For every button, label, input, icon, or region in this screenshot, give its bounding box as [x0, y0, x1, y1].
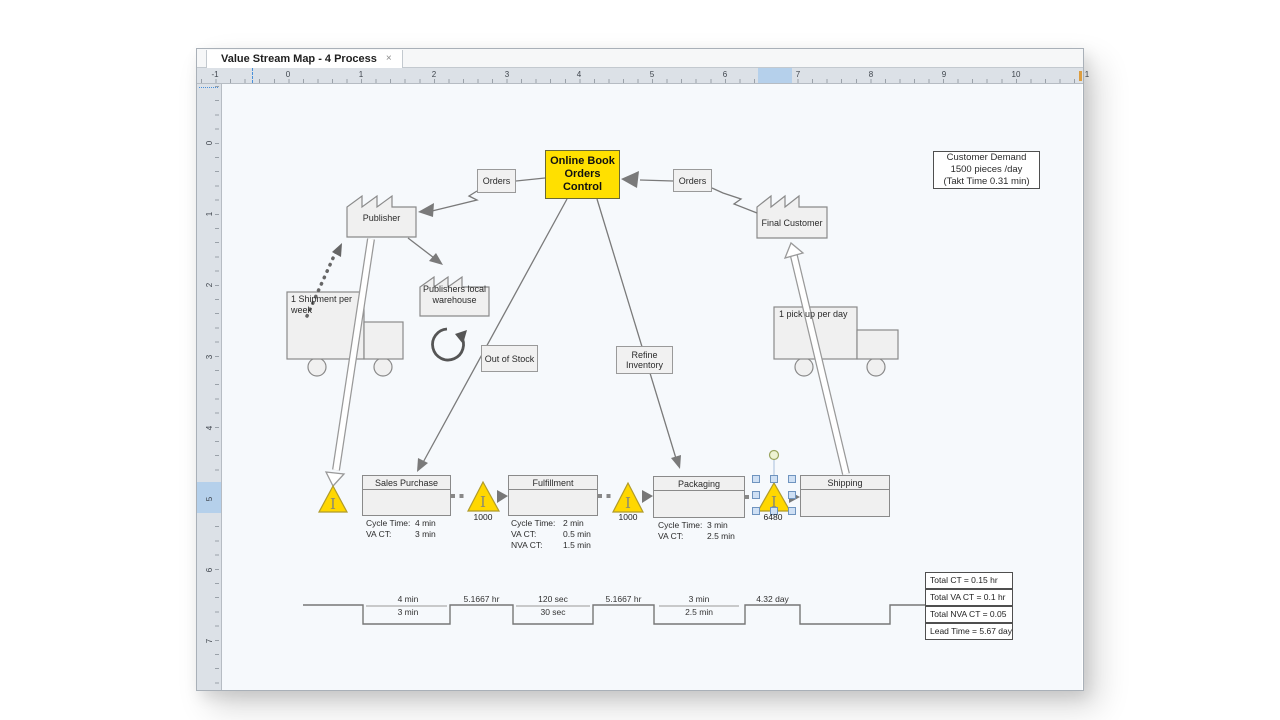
process-title: Sales Purchase — [363, 476, 450, 490]
hruler-num: 2 — [432, 70, 436, 79]
ruler-guide-dots — [199, 87, 218, 88]
hruler-num: 0 — [286, 70, 290, 79]
metrics-packaging: Cycle Time:3 min VA CT:2.5 min — [658, 520, 735, 542]
hruler-num: 4 — [577, 70, 581, 79]
orders-left-box[interactable]: Orders — [477, 169, 516, 193]
vruler-num: 4 — [201, 416, 217, 440]
inventory-count-2: 1000 — [467, 512, 499, 522]
warehouse-label: Publishers local warehouse — [418, 284, 491, 306]
process-title: Packaging — [654, 477, 744, 491]
metric-value: 3 min — [415, 529, 436, 540]
vruler-num: 0 — [201, 131, 217, 155]
refine-inventory-box[interactable]: Refine Inventory — [616, 346, 673, 374]
ruler-selection-highlight-h — [758, 68, 792, 83]
final-customer-label: Final Customer — [757, 218, 827, 229]
metric-value: 2 min — [563, 518, 584, 529]
orders-right-box[interactable]: Orders — [673, 169, 712, 192]
vruler-num: 2 — [201, 273, 217, 297]
customer-demand-box[interactable]: Customer Demand 1500 pieces /day (Takt T… — [933, 151, 1040, 189]
metric-label: VA CT: — [366, 529, 415, 540]
hruler-num: 10 — [1012, 70, 1021, 79]
tab-close-icon[interactable]: × — [386, 54, 392, 64]
metric-label: Cycle Time: — [658, 520, 707, 531]
stat-total-va-ct[interactable]: Total VA CT = 0.1 hr — [925, 589, 1013, 606]
metric-value: 4 min — [415, 518, 436, 529]
timeline-wait-2: 5.1667 hr — [593, 594, 654, 605]
stat-total-nva-ct[interactable]: Total NVA CT = 0.05 hr — [925, 606, 1013, 623]
truck-right-label: 1 pick up per day — [779, 309, 859, 320]
horizontal-ruler: -1 0 1 2 3 4 5 6 7 8 9 10 1 — [197, 68, 1083, 84]
ruler-marker-tick — [1079, 71, 1082, 81]
hruler-num: 6 — [723, 70, 727, 79]
process-packaging[interactable]: Packaging — [653, 476, 745, 518]
hruler-num: 1 — [359, 70, 363, 79]
vruler-num: 6 — [201, 558, 217, 582]
inventory-count-3: 1000 — [612, 512, 644, 522]
metric-label: NVA CT: — [511, 540, 563, 551]
out-of-stock-box[interactable]: Out of Stock — [481, 345, 538, 372]
stat-lead-time[interactable]: Lead Time = 5.67 day — [925, 623, 1013, 640]
publisher-label: Publisher — [347, 213, 416, 224]
truck-left-label: 1 Shipment per week — [291, 294, 369, 316]
metric-value: 3 min — [707, 520, 728, 531]
vertical-ruler: 0 1 2 3 4 5 6 7 — [197, 84, 222, 690]
timeline-p3-ct: 3 min — [659, 594, 739, 605]
metric-label: VA CT: — [658, 531, 707, 542]
process-fulfillment[interactable]: Fulfillment — [508, 475, 598, 516]
hruler-num: 1 — [1085, 70, 1089, 79]
metric-value: 2.5 min — [707, 531, 735, 542]
process-title: Fulfillment — [509, 476, 597, 490]
timeline-p2-va: 30 sec — [513, 607, 593, 618]
hruler-num: 5 — [650, 70, 654, 79]
tab-bar: Value Stream Map - 4 Process × — [197, 49, 1083, 68]
metric-value: 0.5 min — [563, 529, 591, 540]
control-box[interactable]: Online Book Orders Control — [545, 150, 620, 199]
hruler-num: 9 — [942, 70, 946, 79]
timeline-wait-1: 5.1667 hr — [450, 594, 513, 605]
hruler-num: 3 — [505, 70, 509, 79]
timeline-p1-va: 3 min — [366, 607, 450, 618]
metric-label: Cycle Time: — [366, 518, 415, 529]
metric-value: 1.5 min — [563, 540, 591, 551]
process-title: Shipping — [801, 476, 889, 490]
tab-title: Value Stream Map - 4 Process — [221, 53, 377, 65]
process-shipping[interactable]: Shipping — [800, 475, 890, 517]
hruler-num: 7 — [796, 70, 800, 79]
process-sales-purchase[interactable]: Sales Purchase — [362, 475, 451, 516]
vruler-num: 3 — [201, 345, 217, 369]
metrics-fulfillment: Cycle Time:2 min VA CT:0.5 min NVA CT:1.… — [511, 518, 591, 551]
vruler-num: 7 — [201, 629, 217, 653]
inventory-count-4: 6480 — [757, 512, 789, 522]
timeline-p3-va: 2.5 min — [659, 607, 739, 618]
hruler-num: 8 — [869, 70, 873, 79]
metric-label: VA CT: — [511, 529, 563, 540]
hruler-num: -1 — [211, 70, 218, 79]
metric-label: Cycle Time: — [511, 518, 563, 529]
timeline-wait-3: 4.32 day — [745, 594, 800, 605]
vruler-num: 1 — [201, 202, 217, 226]
timeline-p2-ct: 120 sec — [513, 594, 593, 605]
metrics-sales-purchase: Cycle Time:4 min VA CT:3 min — [366, 518, 436, 540]
vruler-num: 5 — [201, 487, 217, 511]
ruler-guide-line — [252, 68, 253, 83]
timeline-p1-ct: 4 min — [366, 594, 450, 605]
tab-value-stream-map[interactable]: Value Stream Map - 4 Process × — [206, 50, 403, 68]
stat-total-ct[interactable]: Total CT = 0.15 hr — [925, 572, 1013, 589]
